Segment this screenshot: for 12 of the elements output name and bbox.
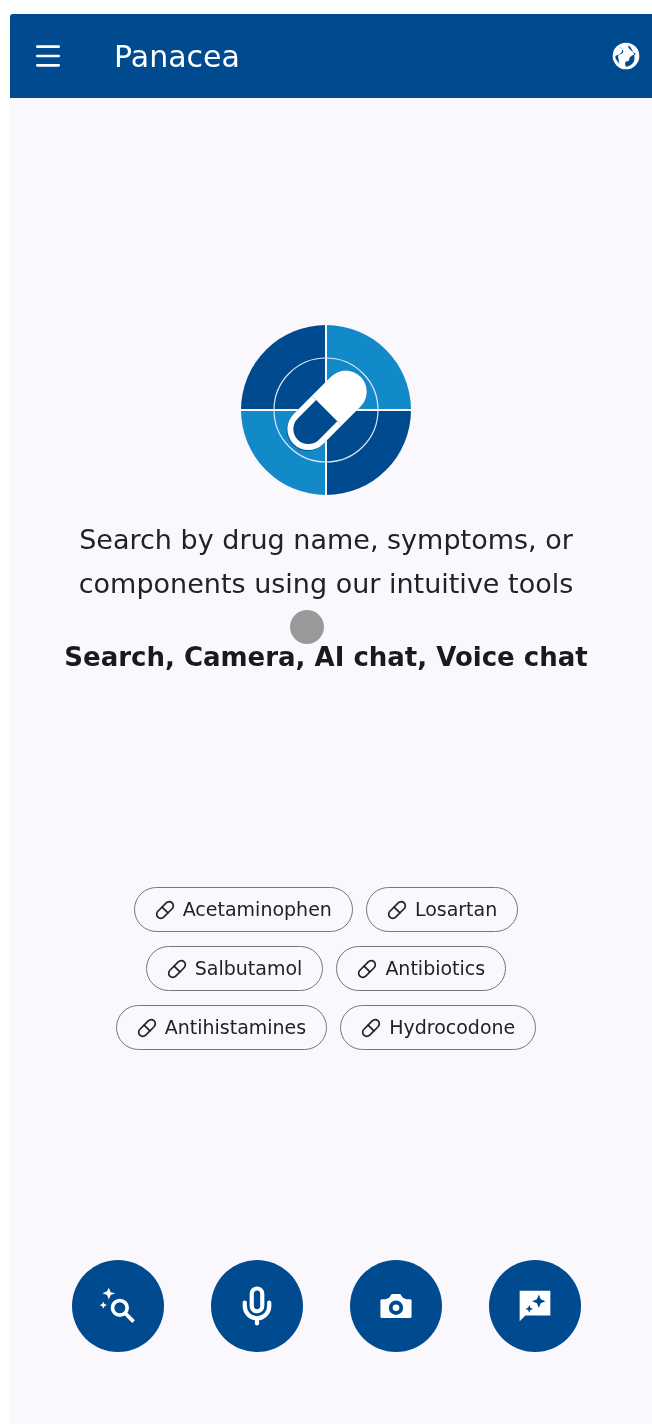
- description-text: Search by drug name, symptoms, or components using our intuitive tools: [77, 523, 575, 601]
- logo-icon: [240, 324, 412, 496]
- tools-text: Search, Camera, AI chat, Voice chat: [64, 641, 588, 674]
- pill-icon: [357, 958, 378, 979]
- touch-indicator: [290, 610, 324, 644]
- pill-icon: [154, 899, 175, 920]
- pill-icon: [386, 899, 407, 920]
- pill-icon: [361, 1017, 382, 1038]
- globe-icon[interactable]: [610, 40, 642, 72]
- pill-icon: [136, 1017, 157, 1038]
- pill-icon: [166, 958, 187, 979]
- app-title: Panacea: [114, 37, 240, 76]
